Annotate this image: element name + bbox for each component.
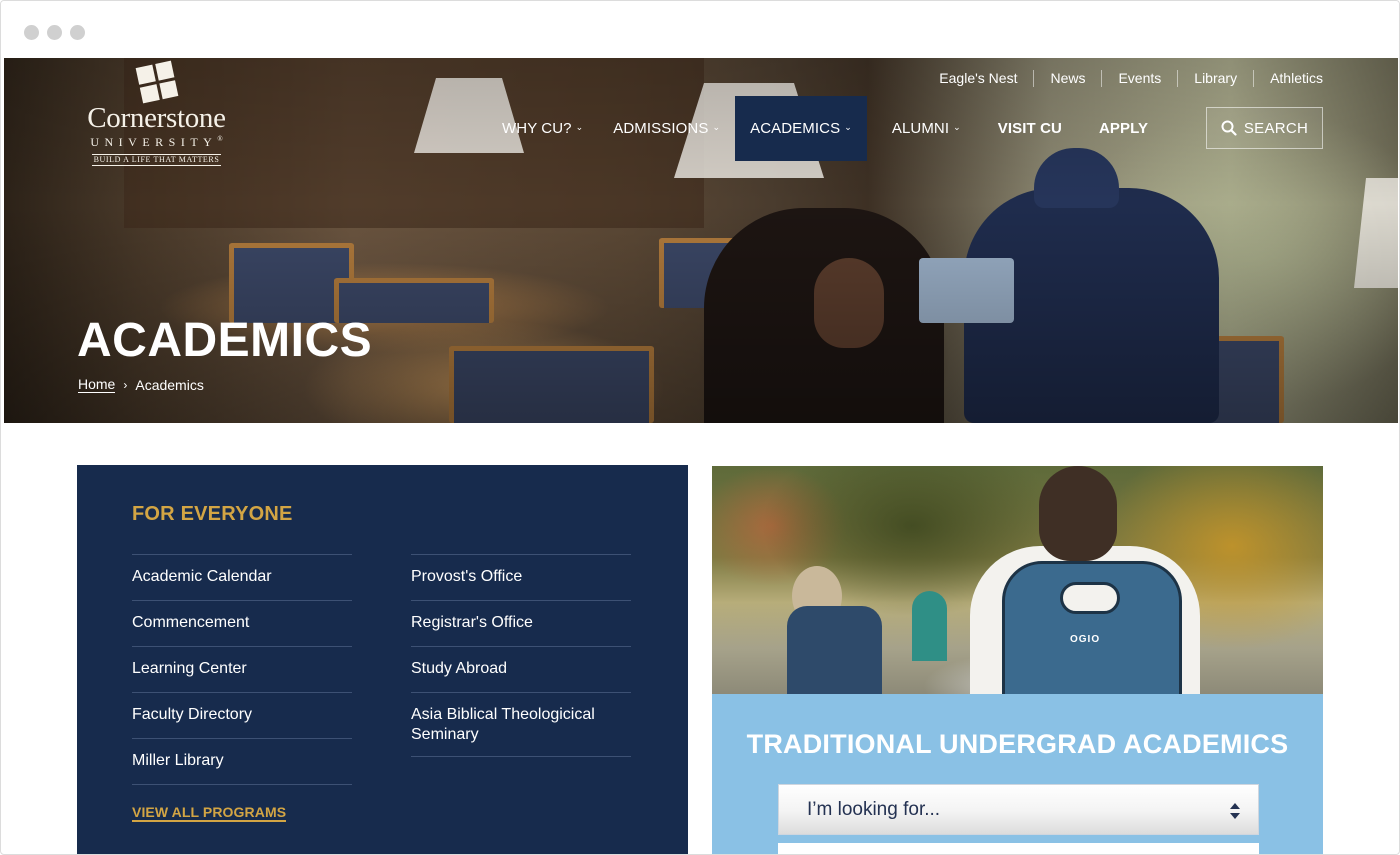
walker-image <box>912 591 947 661</box>
chevron-down-icon: ⌄ <box>712 122 721 132</box>
walker-image <box>787 606 882 694</box>
window-chrome <box>1 1 1399 58</box>
breadcrumb-separator: › <box>123 377 128 392</box>
logo-subtitle: UNIVERSITY® <box>90 135 223 149</box>
nav-label: APPLY <box>1098 120 1149 137</box>
nav-label: ADMISSIONS <box>613 120 709 137</box>
chevron-down-icon: ⌄ <box>844 122 852 132</box>
chevron-down-icon: ⌄ <box>953 122 961 132</box>
breadcrumb-current: Academics <box>135 376 204 393</box>
select-value: I’m looking for... <box>807 798 941 820</box>
backpack-image: OGIO <box>1002 561 1182 694</box>
nav-item-apply[interactable]: APPLY <box>1077 96 1163 161</box>
link-miller-library[interactable]: Miller Library <box>132 738 352 785</box>
window-close-button[interactable] <box>24 25 39 40</box>
utility-link-athletics[interactable]: Athletics <box>1253 70 1323 87</box>
breadcrumb-home-link[interactable]: Home <box>78 376 116 393</box>
nav-label: ALUMNI <box>891 120 950 137</box>
search-button[interactable]: SEARCH <box>1206 107 1323 149</box>
link-commencement[interactable]: Commencement <box>132 600 352 646</box>
nav-item-admissions[interactable]: ADMISSIONS ⌄ <box>598 96 735 161</box>
nav-label: ACADEMICS <box>750 120 841 137</box>
link-column-2: Provost's Office Registrar's Office Stud… <box>411 554 631 757</box>
view-all-programs-link[interactable]: VIEW ALL PROGRAMS <box>132 804 287 822</box>
for-everyone-panel: FOR EVERYONE Academic Calendar Commencem… <box>77 465 688 854</box>
nav-item-why-cu[interactable]: WHY CU? ⌄ <box>484 96 598 161</box>
link-study-abroad[interactable]: Study Abroad <box>411 646 631 692</box>
utility-link-library[interactable]: Library <box>1177 70 1253 87</box>
main-nav: WHY CU? ⌄ ADMISSIONS ⌄ ACADEMICS ⌄ ALUMN… <box>484 96 1163 161</box>
chevron-down-icon: ⌄ <box>575 122 584 132</box>
traditional-undergrad-card: OGIO TRADITIONAL UNDERGRAD ACADEMICS I’m… <box>712 466 1323 854</box>
nav-item-alumni[interactable]: ALUMNI ⌄ <box>867 96 976 161</box>
university-logo[interactable]: Cornerstone UNIVERSITY® BUILD A LIFE THA… <box>74 60 239 167</box>
breadcrumb: Home › Academics <box>78 376 204 393</box>
search-icon <box>1221 120 1237 136</box>
window-maximize-button[interactable] <box>70 25 85 40</box>
backpack-handle-image <box>1060 582 1120 614</box>
nav-item-academics[interactable]: ACADEMICS ⌄ <box>735 96 867 161</box>
logo-name: Cornerstone <box>87 102 226 134</box>
link-registrars-office[interactable]: Registrar's Office <box>411 600 631 646</box>
search-label: SEARCH <box>1243 119 1309 137</box>
link-academic-calendar[interactable]: Academic Calendar <box>132 554 352 600</box>
nav-label: VISIT CU <box>997 120 1062 137</box>
page-title: ACADEMICS <box>77 314 373 367</box>
utility-link-news[interactable]: News <box>1033 70 1101 87</box>
link-column-1: Academic Calendar Commencement Learning … <box>132 554 352 785</box>
utility-nav: Eagle's Nest News Events Library Athleti… <box>923 70 1323 87</box>
undergrad-title: TRADITIONAL UNDERGRAD ACADEMICS <box>746 729 1289 759</box>
window-minimize-button[interactable] <box>47 25 62 40</box>
browser-window: Cornerstone UNIVERSITY® BUILD A LIFE THA… <box>0 0 1400 855</box>
link-provosts-office[interactable]: Provost's Office <box>411 554 631 600</box>
logo-tagline: BUILD A LIFE THAT MATTERS <box>91 154 222 166</box>
cornerstone-logo-icon <box>135 60 178 104</box>
link-faculty-directory[interactable]: Faculty Directory <box>132 692 352 738</box>
utility-link-eagles-nest[interactable]: Eagle's Nest <box>923 70 1033 87</box>
campus-photo: OGIO <box>712 466 1323 694</box>
nav-label: WHY CU? <box>502 120 572 137</box>
looking-for-select[interactable]: I’m looking for... <box>778 784 1259 835</box>
nav-item-visit-cu[interactable]: VISIT CU <box>976 96 1077 161</box>
link-learning-center[interactable]: Learning Center <box>132 646 352 692</box>
hero-banner: Cornerstone UNIVERSITY® BUILD A LIFE THA… <box>4 58 1398 423</box>
second-select[interactable] <box>778 843 1259 854</box>
link-asia-biblical-theological-seminary[interactable]: Asia Biblical Theologicical Seminary <box>411 692 631 757</box>
backpack-brand: OGIO <box>1070 634 1101 645</box>
select-arrows-icon <box>1230 803 1240 819</box>
utility-link-events[interactable]: Events <box>1101 70 1177 87</box>
student-head-image <box>1039 466 1117 561</box>
for-everyone-heading: FOR EVERYONE <box>132 503 293 525</box>
